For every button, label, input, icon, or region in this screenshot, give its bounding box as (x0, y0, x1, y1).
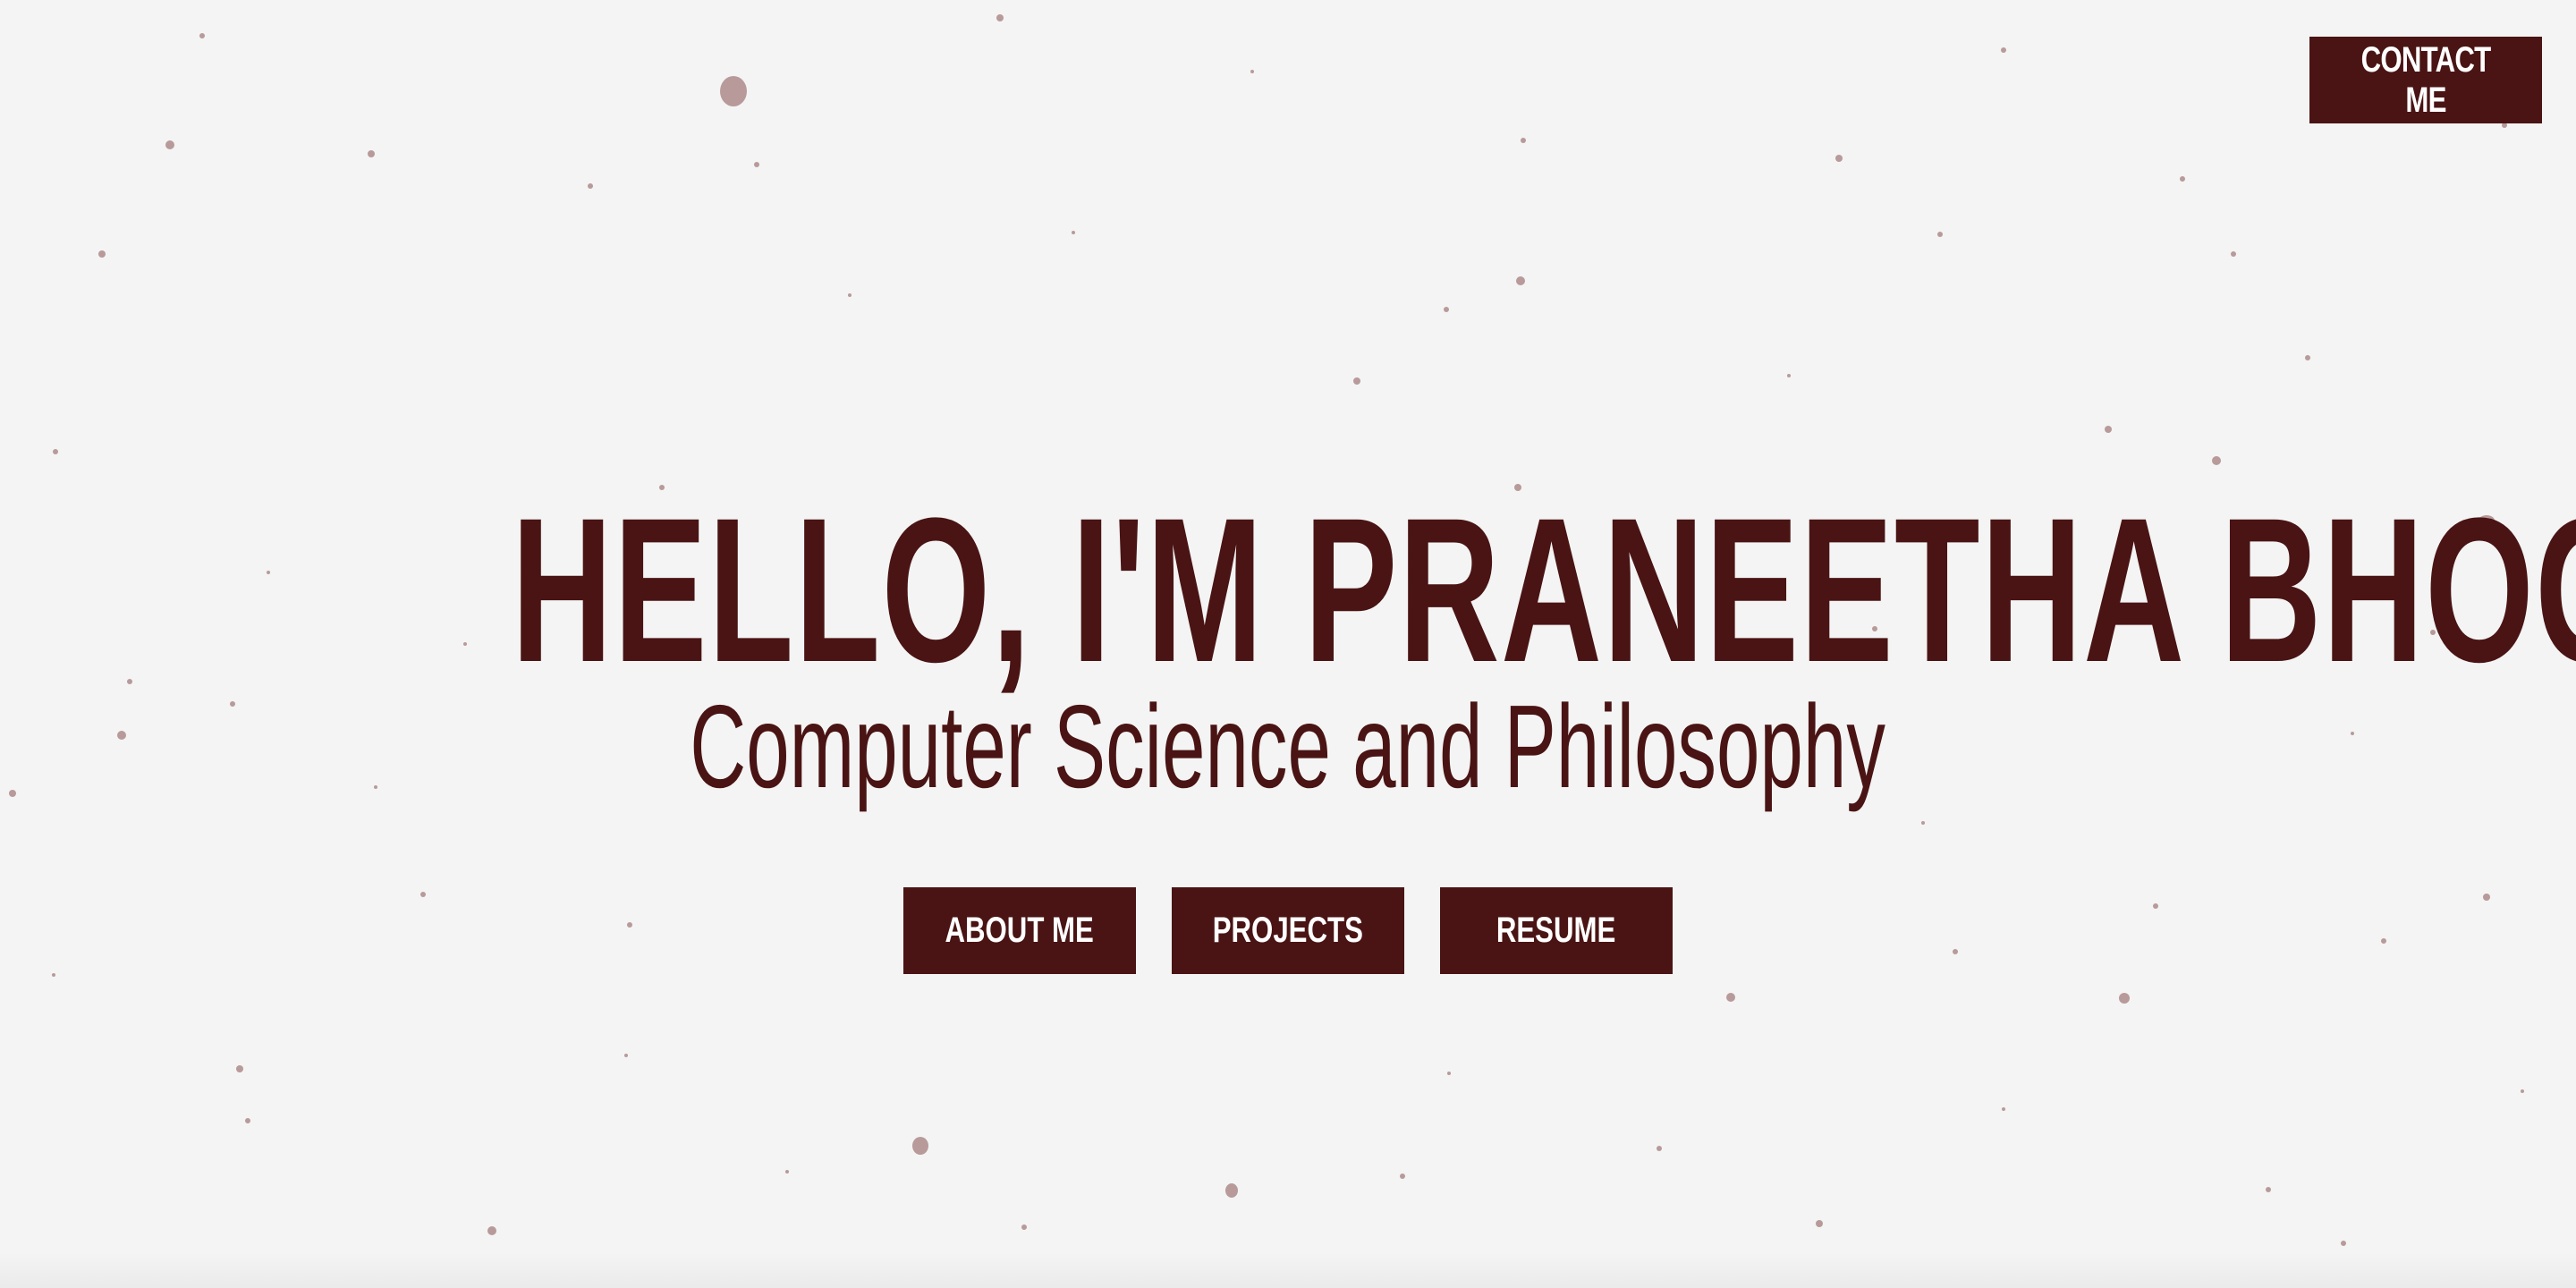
projects-button[interactable]: PROJECTS (1172, 887, 1404, 974)
bottom-shade (0, 1252, 2576, 1288)
hero-subtitle: Computer Science and Philosophy (690, 681, 1886, 812)
resume-button[interactable]: RESUME (1440, 887, 1673, 974)
resume-label: RESUME (1496, 911, 1616, 950)
about-me-label: ABOUT ME (945, 911, 1095, 950)
contact-me-button[interactable]: CONTACT ME (2309, 37, 2542, 123)
hero-nav: ABOUT ME PROJECTS RESUME (0, 887, 2576, 974)
projects-label: PROJECTS (1212, 911, 1364, 950)
hero-title: HELLO, I'M PRANEETHA BHOGI (511, 475, 2576, 705)
about-me-button[interactable]: ABOUT ME (903, 887, 1136, 974)
page: CONTACT ME HELLO, I'M PRANEETHA BHOGI Co… (0, 0, 2576, 1288)
hero-section: HELLO, I'M PRANEETHA BHOGI Computer Scie… (0, 483, 2576, 814)
contact-me-label: CONTACT ME (2360, 39, 2492, 120)
